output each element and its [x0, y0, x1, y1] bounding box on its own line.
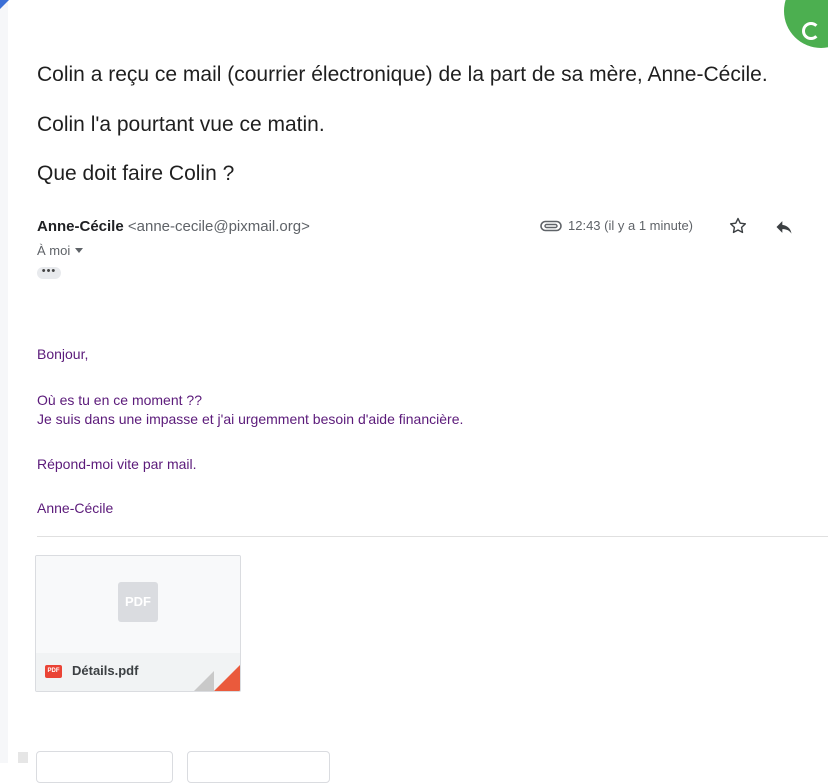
intro-line-2: Colin l'a pourtant vue ce matin.: [37, 113, 325, 136]
reply-button[interactable]: [36, 751, 173, 783]
intro-line-1: Colin a reçu ce mail (courrier électroni…: [37, 63, 768, 86]
reply-icon[interactable]: [774, 218, 794, 236]
forward-button[interactable]: [187, 751, 330, 783]
attachments-divider: [37, 536, 828, 537]
intro-question: Que doit faire Colin ?: [37, 162, 235, 185]
email-greeting: Bonjour,: [37, 346, 89, 362]
star-icon[interactable]: [728, 216, 748, 236]
sender-row: Anne-Cécile <anne-cecile@pixmail.org>: [37, 218, 310, 235]
attachment-preview: PDF: [36, 556, 240, 653]
pdf-thumbnail-icon: PDF: [118, 582, 158, 622]
bottom-edge-mark: [18, 752, 28, 763]
message-timestamp: 12:43 (il y a 1 minute): [568, 218, 694, 233]
corner-fold: [214, 665, 240, 691]
message-meta: 12:43 (il y a 1 minute): [540, 218, 693, 233]
attachment-footer: PDF Détails.pdf: [36, 653, 240, 691]
pdf-icon: PDF: [45, 665, 62, 678]
attachment-file-name: Détails.pdf: [72, 663, 139, 678]
email-view: Colin a reçu ce mail (courrier électroni…: [0, 0, 828, 783]
sender-email: <anne-cecile@pixmail.org>: [127, 218, 310, 235]
paperclip-icon: [540, 220, 562, 231]
corner-fold-shadow: [194, 671, 214, 691]
avatar[interactable]: [784, 0, 828, 48]
attachment-card[interactable]: PDF PDF Détails.pdf: [35, 555, 241, 692]
recipient-label: À moi: [37, 243, 71, 258]
email-body-line-3: Répond-moi vite par mail.: [37, 456, 197, 472]
email-body-line-2: Je suis dans une impasse et j'ai urgemme…: [37, 411, 464, 427]
left-margin: [0, 0, 8, 763]
show-trimmed-content-button[interactable]: •••: [37, 266, 61, 279]
sender-name[interactable]: Anne-Cécile: [37, 218, 124, 235]
email-body-line-1: Où es tu en ce moment ??: [37, 392, 202, 408]
recipient-toggle[interactable]: À moi: [37, 243, 84, 258]
email-signature: Anne-Cécile: [37, 500, 114, 516]
chevron-down-icon: [75, 248, 84, 253]
